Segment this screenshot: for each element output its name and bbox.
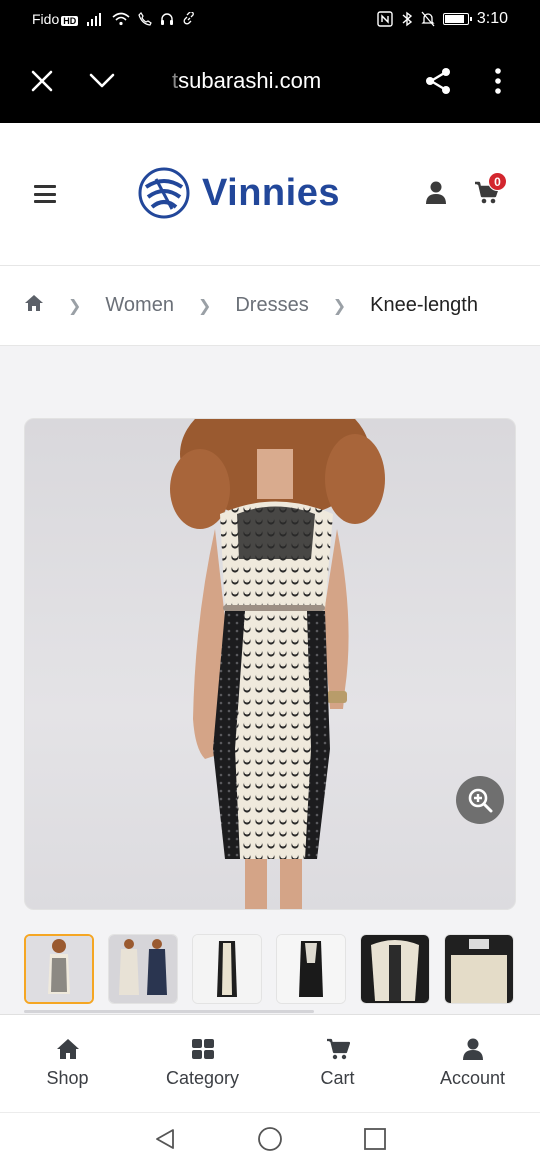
- breadcrumb-current: Knee-length: [370, 294, 478, 316]
- breadcrumb: ❯ Women ❯ Dresses ❯ Knee-length: [0, 266, 540, 346]
- user-icon: [462, 1038, 483, 1060]
- mute-icon: [421, 11, 435, 27]
- nav-shop[interactable]: Shop: [0, 1015, 135, 1112]
- menu-icon[interactable]: [34, 185, 56, 203]
- thumbnail[interactable]: [192, 934, 262, 1004]
- bottom-navigation: Shop Category Cart Account: [0, 1014, 540, 1112]
- battery-icon: [442, 13, 472, 25]
- grid-icon: [191, 1039, 214, 1059]
- cart-count-badge: 0: [488, 172, 507, 191]
- link-icon: [183, 12, 195, 25]
- nav-label: Account: [439, 1068, 506, 1088]
- chevron-down-icon[interactable]: [72, 51, 132, 111]
- chevron-right-icon: ❯: [332, 297, 347, 315]
- home-circle-icon[interactable]: [257, 1126, 283, 1157]
- home-icon: [56, 1039, 79, 1059]
- breadcrumb-dresses[interactable]: Dresses: [235, 294, 308, 317]
- screen: Fido HD 3:10 tsubarashi.com Vinnies 0 ❯ …: [0, 0, 540, 1170]
- signal-icon: [87, 13, 102, 26]
- recents-icon[interactable]: [363, 1127, 387, 1156]
- nav-category[interactable]: Category: [135, 1015, 270, 1112]
- thumbnail-strip: [24, 934, 540, 1006]
- nav-label: Cart: [320, 1068, 355, 1088]
- thumbnail[interactable]: [24, 934, 94, 1004]
- brand-logo[interactable]: Vinnies: [138, 167, 340, 219]
- back-icon[interactable]: [153, 1127, 177, 1156]
- nav-account[interactable]: Account: [405, 1015, 540, 1112]
- product-image[interactable]: [24, 418, 516, 910]
- thumbnail[interactable]: [276, 934, 346, 1004]
- site-header: Vinnies 0: [0, 123, 540, 266]
- thumbnail[interactable]: [108, 934, 178, 1004]
- chevron-right-icon: ❯: [197, 297, 212, 315]
- product-section: [0, 346, 540, 1014]
- breadcrumb-women[interactable]: Women: [105, 294, 174, 317]
- nav-label: Shop: [46, 1068, 89, 1088]
- browser-toolbar: tsubarashi.com: [0, 38, 540, 123]
- account-icon[interactable]: [425, 181, 447, 210]
- nav-label: Category: [165, 1068, 240, 1088]
- wifi-icon: [112, 12, 130, 26]
- bluetooth-icon: [402, 11, 412, 27]
- nfc-icon: [377, 11, 393, 27]
- thumbnail[interactable]: [444, 934, 514, 1004]
- more-vert-icon[interactable]: [468, 51, 528, 111]
- chevron-right-icon: ❯: [68, 297, 82, 315]
- clock: 3:10: [476, 10, 508, 27]
- share-icon[interactable]: [408, 51, 468, 111]
- nav-cart[interactable]: Cart: [270, 1015, 405, 1112]
- zoom-button[interactable]: [456, 776, 504, 824]
- thumbnail[interactable]: [360, 934, 430, 1004]
- headset-icon: [161, 13, 174, 25]
- logo-emblem-icon: [138, 167, 190, 219]
- cart-icon: [326, 1038, 350, 1060]
- url-bar[interactable]: tsubarashi.com: [172, 68, 321, 94]
- brand-name: Vinnies: [202, 171, 340, 214]
- system-navigation: [0, 1112, 540, 1170]
- home-icon[interactable]: [24, 294, 44, 318]
- thumbnail-scrollbar[interactable]: [24, 1010, 314, 1013]
- zoom-in-icon: [468, 788, 493, 813]
- close-icon[interactable]: [12, 51, 72, 111]
- status-bar: Fido HD 3:10: [0, 0, 540, 38]
- call-icon: [138, 12, 153, 26]
- carrier-name: Fido HD: [32, 11, 79, 27]
- hd-badge: HD: [61, 16, 79, 26]
